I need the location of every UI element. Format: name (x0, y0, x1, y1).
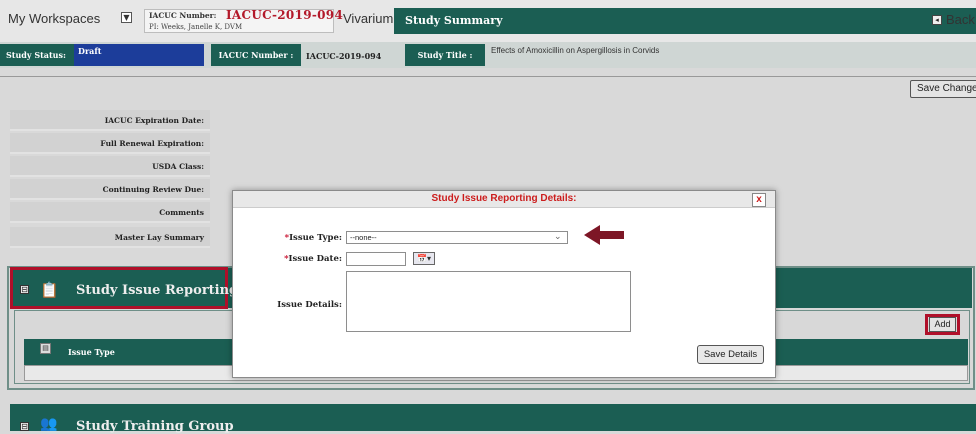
close-button[interactable]: x (752, 193, 766, 207)
issue-details-label: Issue Details: (277, 300, 342, 310)
iacuc-number-label-row: IACUC Number : (211, 44, 301, 66)
issue-date-input[interactable] (346, 252, 406, 266)
my-workspaces-menu[interactable]: My Workspaces (8, 11, 100, 31)
principal-investigator: PI: Weeks, Janelle K, DVM (149, 23, 243, 31)
field-full-renewal-expiration: Full Renewal Expiration: (10, 133, 210, 154)
iacuc-number-value-row: IACUC-2019-094 (306, 51, 382, 61)
issue-type-label: *Issue Type: (262, 233, 342, 243)
field-usda-class: USDA Class: (10, 156, 210, 177)
page-title: Study Summary (405, 14, 503, 27)
issue-type-label-text: Issue Type: (289, 233, 342, 243)
column-issue-type[interactable]: Issue Type (68, 347, 115, 357)
field-master-lay-summary: Master Lay Summary (10, 227, 210, 248)
study-status-label: Study Status: (0, 44, 74, 66)
field-continuing-review-due: Continuing Review Due: (10, 179, 210, 200)
modal-title: Study Issue Reporting Details: (431, 193, 577, 204)
field-comments: Comments (10, 202, 210, 223)
vivarium-menu[interactable]: Vivarium (343, 11, 393, 26)
iacuc-number-value: IACUC-2019-094 (226, 8, 344, 22)
study-status-value: Draft (74, 44, 204, 66)
chevron-down-icon[interactable]: ⌄ (554, 231, 562, 243)
issue-type-select[interactable]: --none-- (346, 231, 568, 244)
divider (0, 76, 976, 77)
collapse-toggle-icon[interactable]: ⊟ (20, 285, 29, 294)
issue-details-textarea[interactable] (346, 271, 631, 332)
field-iacuc-expiration-date: IACUC Expiration Date: (10, 110, 210, 131)
training-group-title[interactable]: Study Training Group (76, 419, 234, 434)
save-details-button[interactable]: Save Details (697, 345, 764, 364)
issue-reporting-title[interactable]: Study Issue Reporting (76, 283, 238, 298)
calendar-icon[interactable]: 📅▾ (413, 252, 435, 265)
study-title-label: Study Title : (405, 44, 485, 66)
iacuc-number-label: IACUC Number: (149, 11, 217, 20)
study-title-value: Effects of Amoxicillin on Aspergillosis … (491, 46, 660, 55)
add-issue-button[interactable]: Add (929, 317, 956, 332)
table-settings-icon[interactable]: ▤ (40, 343, 51, 354)
people-group-icon: 👥 (40, 416, 58, 432)
clipboard-people-icon: 📋 (40, 281, 59, 299)
workspaces-dropdown-icon[interactable]: ▼ (121, 12, 132, 23)
save-changes-button[interactable]: Save Changes (910, 80, 976, 98)
back-arrow-icon[interactable]: ◂ (932, 15, 942, 25)
collapse-toggle-icon[interactable]: ⊟ (20, 422, 29, 431)
pointer-arrow-icon (584, 225, 624, 245)
back-link[interactable]: Back (946, 12, 975, 27)
issue-date-label: *Issue Date: (262, 254, 342, 264)
issue-date-label-text: Issue Date: (288, 254, 342, 264)
